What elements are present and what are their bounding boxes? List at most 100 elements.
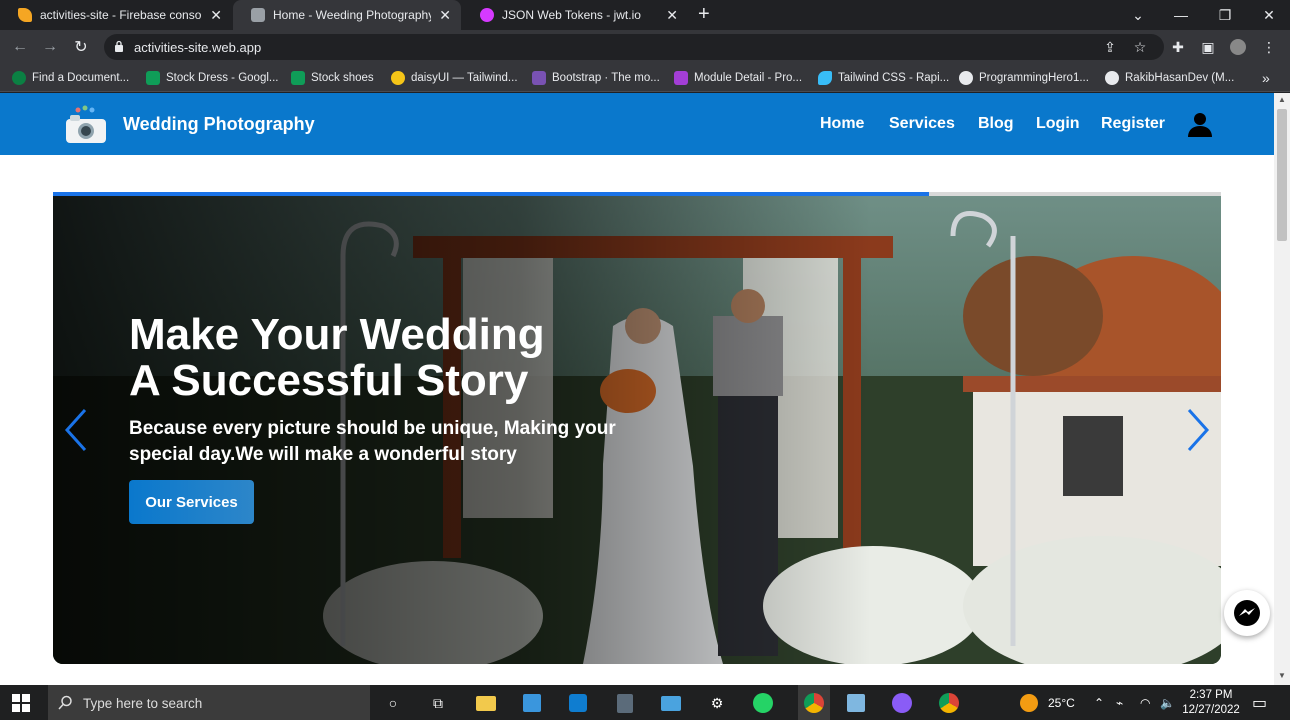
nav-blog[interactable]: Blog — [978, 115, 1014, 133]
hero-carousel: Make Your Wedding A Successful Story Bec… — [53, 196, 1221, 664]
bookmark-label: Tailwind CSS - Rapi... — [838, 72, 950, 84]
close-tab-icon[interactable]: ✕ — [210, 7, 222, 24]
remote-desktop-icon[interactable] — [659, 691, 683, 715]
tab-title: activities-site - Firebase console — [40, 8, 203, 22]
wifi-icon[interactable]: ◠ — [1140, 685, 1150, 720]
next-slide-icon[interactable] — [1183, 406, 1213, 454]
scroll-down-icon[interactable]: ▼ — [1278, 671, 1286, 680]
firebase-icon — [18, 8, 32, 22]
github-icon — [1105, 71, 1119, 85]
bookmark-label: Stock Dress - Googl... — [166, 72, 279, 84]
bookmark-item[interactable]: Stock shoes — [291, 70, 374, 86]
bookmark-item[interactable]: Tailwind CSS - Rapi... — [818, 70, 949, 86]
sun-icon — [1020, 693, 1038, 712]
side-panel-icon[interactable]: ▣ — [1200, 39, 1216, 55]
bookmark-label: Find a Document... — [32, 72, 130, 84]
tab-title: JSON Web Tokens - jwt.io — [502, 8, 641, 22]
messenger-icon — [1234, 600, 1260, 626]
bookmark-item[interactable]: daisyUI — Tailwind... — [391, 70, 518, 86]
bookmark-label: Stock shoes — [311, 72, 374, 84]
profile-avatar[interactable] — [1230, 39, 1246, 55]
task-view-icon[interactable]: ⧉ — [426, 691, 450, 715]
reload-icon[interactable]: ↻ — [71, 37, 91, 57]
weather-text: 25°C — [1048, 695, 1075, 710]
tab-title: Home - Weeding Photography — [273, 8, 432, 22]
url-text: activities-site.web.app — [134, 40, 262, 55]
new-tab-button[interactable]: + — [698, 3, 710, 26]
back-icon[interactable]: ← — [10, 37, 30, 57]
bookmark-item[interactable]: ProgrammingHero1... — [959, 70, 1089, 86]
forward-icon[interactable]: → — [40, 37, 60, 57]
browser-tab-strip: activities-site - Firebase console ✕ Hom… — [0, 0, 1290, 30]
bootstrap-icon — [532, 71, 546, 85]
hero-subtitle: Because every picture should be unique, … — [129, 418, 616, 465]
calculator-icon[interactable] — [613, 691, 637, 715]
windows-taskbar: Type here to search ○ ⧉ ⚙ 25°C ⌃ ⌁ ◠ 🔈 2… — [0, 685, 1290, 720]
network-icon[interactable]: ⌁ — [1116, 685, 1123, 720]
close-tab-icon[interactable]: ✕ — [439, 7, 451, 24]
tab-jwt[interactable]: JSON Web Tokens - jwt.io ✕ — [462, 0, 688, 30]
show-hidden-icons[interactable]: ⌃ — [1094, 685, 1104, 720]
notepad-icon[interactable] — [844, 691, 868, 715]
scroll-up-icon[interactable]: ▲ — [1278, 95, 1286, 104]
page-scrollbar[interactable]: ▲ ▼ — [1274, 93, 1290, 685]
daisyui-icon — [391, 71, 405, 85]
messenger-taskbar-icon[interactable] — [890, 691, 914, 715]
sheets-icon — [146, 71, 160, 85]
prev-slide-icon[interactable] — [61, 406, 91, 454]
bookmark-item[interactable]: Find a Document... — [12, 70, 129, 86]
chrome-icon[interactable] — [937, 691, 961, 715]
tab-firebase[interactable]: activities-site - Firebase console ✕ — [0, 0, 232, 30]
globe-icon — [251, 8, 265, 22]
windows-start-icon[interactable] — [12, 694, 30, 712]
bookmark-label: daisyUI — Tailwind... — [411, 72, 518, 84]
system-clock[interactable]: 2:37 PM 12/27/2022 — [1180, 688, 1242, 718]
headline-line-2: A Successful Story — [129, 356, 529, 405]
our-services-button[interactable]: Our Services — [129, 480, 254, 524]
bookmark-item[interactable]: Bootstrap · The mo... — [532, 70, 660, 86]
clock-time: 2:37 PM — [1189, 689, 1233, 701]
menu-icon[interactable]: ⋮ — [1261, 39, 1277, 55]
lock-icon — [115, 40, 123, 52]
chrome-active-icon[interactable] — [798, 685, 830, 720]
module-icon — [674, 71, 688, 85]
bookmark-item[interactable]: Module Detail - Pro... — [674, 70, 802, 86]
nav-services[interactable]: Services — [889, 115, 955, 133]
messenger-chat-button[interactable] — [1224, 590, 1270, 636]
file-explorer-icon[interactable] — [474, 691, 498, 715]
bookmark-item[interactable]: RakibHasanDev (M... — [1105, 70, 1234, 86]
tab-wedding[interactable]: Home - Weeding Photography ✕ — [233, 0, 461, 30]
user-icon[interactable] — [1187, 111, 1213, 137]
nav-home[interactable]: Home — [820, 115, 864, 133]
vscode-icon[interactable] — [566, 691, 590, 715]
settings-icon[interactable]: ⚙ — [705, 691, 729, 715]
camera-logo-icon[interactable] — [64, 105, 108, 145]
github-icon — [959, 71, 973, 85]
bookmark-label: Module Detail - Pro... — [694, 72, 803, 84]
share-icon[interactable]: ⇪ — [1102, 39, 1118, 55]
nav-login[interactable]: Login — [1036, 115, 1080, 133]
jwt-icon — [480, 8, 494, 22]
more-bookmarks-icon[interactable]: » — [1262, 70, 1270, 86]
tab-search-icon[interactable]: ⌄ — [1117, 0, 1159, 30]
taskbar-search[interactable]: Type here to search — [48, 685, 370, 720]
cortana-icon[interactable]: ○ — [381, 691, 405, 715]
whatsapp-icon[interactable] — [751, 691, 775, 715]
search-icon — [58, 695, 72, 710]
bookmark-star-icon[interactable]: ☆ — [1132, 39, 1148, 55]
nav-register[interactable]: Register — [1101, 115, 1165, 133]
restore-button[interactable]: ❐ — [1204, 0, 1246, 30]
close-window-button[interactable]: ✕ — [1248, 0, 1290, 30]
scrollbar-thumb[interactable] — [1277, 109, 1287, 241]
bookmark-item[interactable]: Stock Dress - Googl... — [146, 70, 278, 86]
store-icon[interactable] — [520, 691, 544, 715]
volume-icon[interactable]: 🔈 — [1160, 685, 1175, 720]
address-bar[interactable]: activities-site.web.app — [104, 34, 1164, 60]
close-tab-icon[interactable]: ✕ — [666, 7, 678, 24]
brand-title[interactable]: Wedding Photography — [123, 114, 315, 135]
weather-widget[interactable]: 25°C — [1020, 685, 1075, 720]
bookmark-label: ProgrammingHero1... — [979, 72, 1089, 84]
extensions-icon[interactable]: ✚ — [1170, 39, 1186, 55]
minimize-button[interactable]: — — [1160, 0, 1202, 30]
notifications-icon[interactable]: ▭ — [1252, 685, 1267, 720]
